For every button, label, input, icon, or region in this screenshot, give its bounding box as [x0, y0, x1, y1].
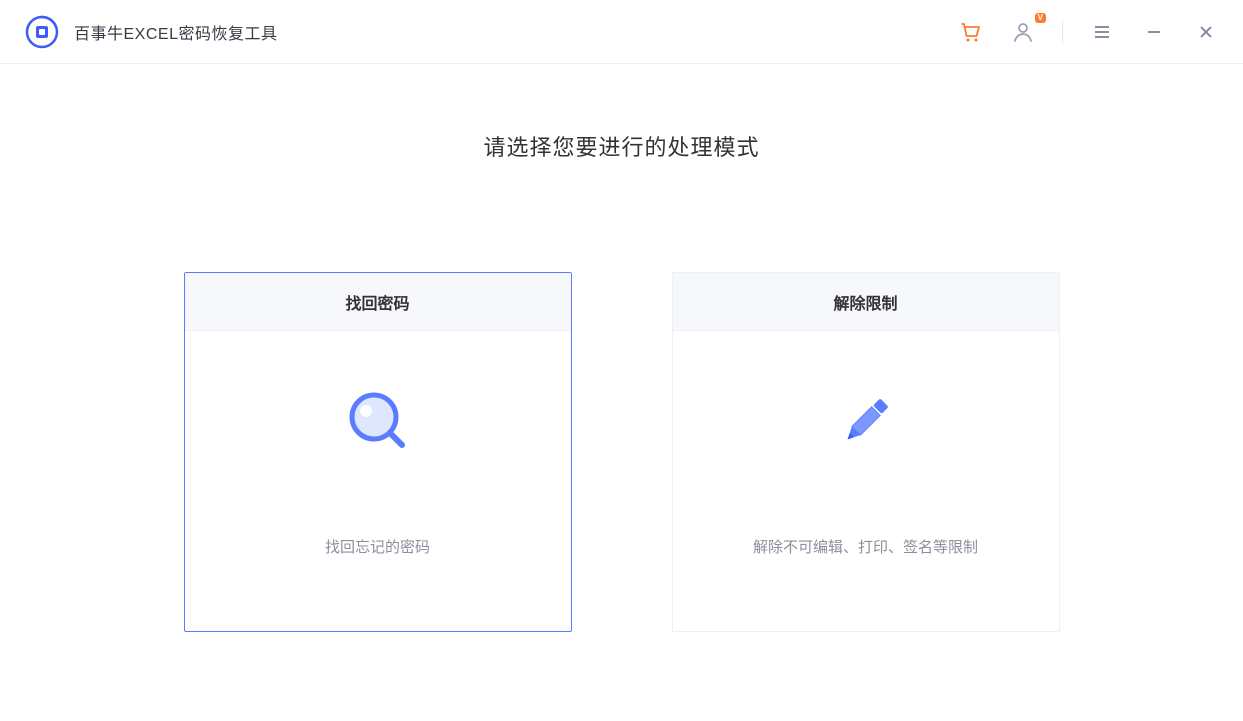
card-body: 解除不可编辑、打印、签名等限制	[673, 331, 1059, 631]
mode-card-row: 找回密码 找回忘记的密码 解除限制	[0, 272, 1243, 632]
separator	[1062, 21, 1063, 43]
mode-card-recover-password[interactable]: 找回密码 找回忘记的密码	[184, 272, 572, 632]
pencil-icon	[831, 386, 901, 456]
titlebar-right: V	[958, 19, 1219, 45]
titlebar: 百事牛EXCEL密码恢复工具 V	[0, 0, 1243, 64]
menu-icon[interactable]	[1089, 19, 1115, 45]
card-title: 解除限制	[673, 273, 1059, 331]
cart-icon[interactable]	[958, 19, 984, 45]
card-body: 找回忘记的密码	[185, 331, 571, 631]
mode-card-remove-restriction[interactable]: 解除限制 解除不可编辑、打印、签名等限制	[672, 272, 1060, 632]
main-content: 请选择您要进行的处理模式 找回密码 找回忘记的密码 解除限制	[0, 64, 1243, 632]
card-desc: 找回忘记的密码	[325, 536, 430, 557]
user-icon[interactable]: V	[1010, 19, 1036, 45]
app-title: 百事牛EXCEL密码恢复工具	[74, 20, 277, 44]
titlebar-left: 百事牛EXCEL密码恢复工具	[24, 14, 277, 50]
card-desc: 解除不可编辑、打印、签名等限制	[753, 536, 978, 557]
app-logo-icon	[24, 14, 60, 50]
magnifier-icon	[343, 386, 413, 456]
vip-badge: V	[1035, 13, 1046, 23]
close-icon[interactable]	[1193, 19, 1219, 45]
minimize-icon[interactable]	[1141, 19, 1167, 45]
card-title: 找回密码	[185, 273, 571, 331]
page-heading: 请选择您要进行的处理模式	[0, 130, 1243, 162]
